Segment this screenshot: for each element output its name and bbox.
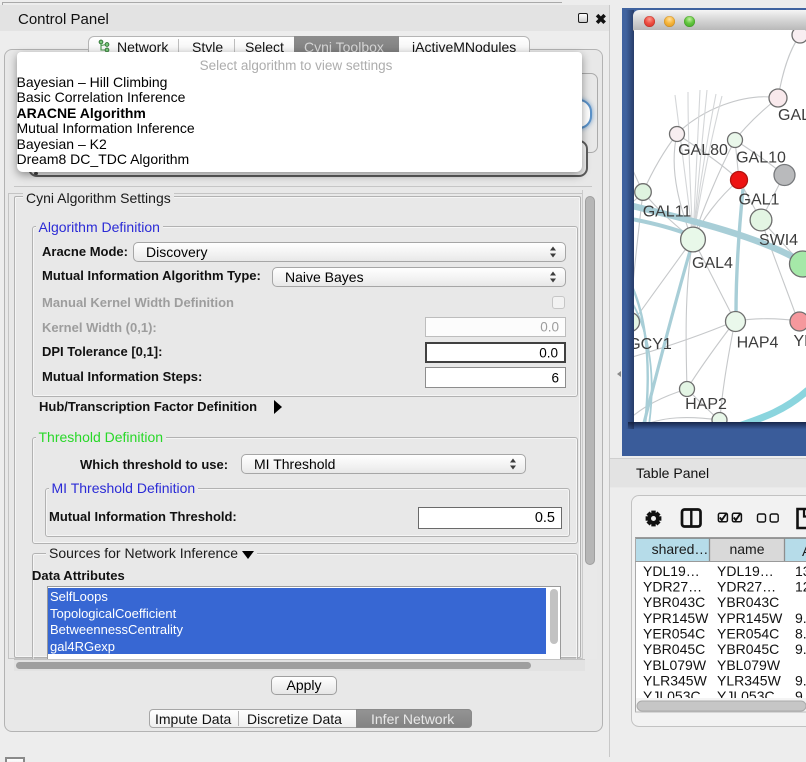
svg-text:YPR145W: YPR145W — [717, 610, 783, 626]
svg-text:YBR045C: YBR045C — [717, 641, 779, 657]
svg-text:GAL10: GAL10 — [736, 150, 786, 167]
svg-text:GAL4: GAL4 — [692, 255, 733, 272]
svg-text:YDL19…: YDL19… — [643, 563, 700, 579]
svg-text:name: name — [729, 541, 764, 557]
svg-text:shared…: shared… — [652, 541, 709, 557]
svg-text:HAP2: HAP2 — [685, 396, 727, 413]
svg-text:12: 12 — [795, 579, 806, 595]
svg-text:YDR27…: YDR27… — [717, 579, 776, 595]
svg-text:9.: 9. — [795, 673, 806, 689]
svg-text:YPR145W: YPR145W — [643, 610, 709, 626]
svg-text:9.: 9. — [795, 610, 806, 626]
svg-text:YBL079W: YBL079W — [643, 657, 707, 673]
svg-text:YER054C: YER054C — [643, 626, 705, 642]
svg-text:YBR043C: YBR043C — [717, 594, 779, 610]
svg-text:13: 13 — [795, 563, 806, 579]
svg-text:GAL80: GAL80 — [678, 142, 728, 159]
svg-text:A: A — [802, 543, 806, 559]
svg-text:YB: YB — [794, 333, 806, 350]
svg-text:GAL11: GAL11 — [643, 204, 692, 221]
svg-text:9.: 9. — [795, 641, 806, 657]
svg-text:SWI4: SWI4 — [759, 232, 798, 249]
svg-text:GCY1: GCY1 — [634, 336, 672, 353]
svg-text:YLR345W: YLR345W — [717, 673, 782, 689]
svg-text:YDR27…: YDR27… — [643, 579, 702, 595]
svg-text:HAP4: HAP4 — [737, 335, 779, 352]
svg-text:YBL079W: YBL079W — [717, 657, 781, 673]
svg-text:YLR345W: YLR345W — [643, 673, 708, 689]
svg-text:8.: 8. — [795, 626, 806, 642]
svg-text:GAL1: GAL1 — [739, 192, 780, 209]
svg-text:YBR043C: YBR043C — [643, 594, 705, 610]
svg-text:YER054C: YER054C — [717, 626, 779, 642]
svg-text:YDL19…: YDL19… — [717, 563, 774, 579]
svg-text:YBR045C: YBR045C — [643, 641, 705, 657]
svg-text:GAL7: GAL7 — [778, 107, 806, 124]
